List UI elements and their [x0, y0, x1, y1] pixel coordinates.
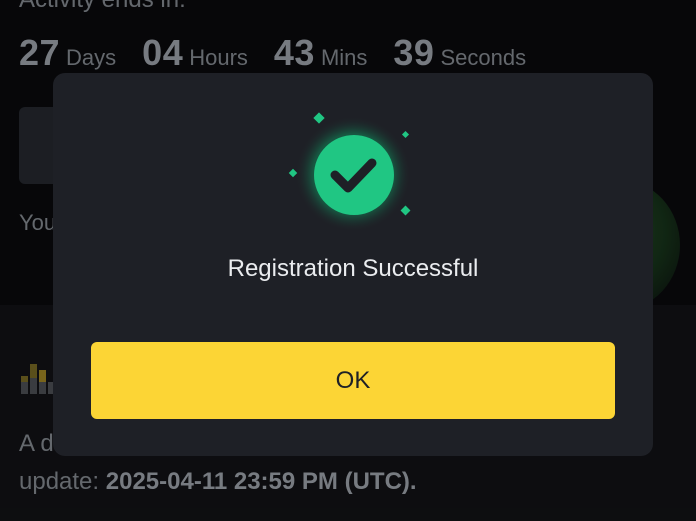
dialog-title: Registration Successful	[227, 255, 479, 282]
ok-button[interactable]: OK	[91, 342, 615, 419]
registration-success-dialog: Registration Successful OK	[53, 73, 653, 456]
checkmark-circle-icon	[288, 112, 411, 231]
